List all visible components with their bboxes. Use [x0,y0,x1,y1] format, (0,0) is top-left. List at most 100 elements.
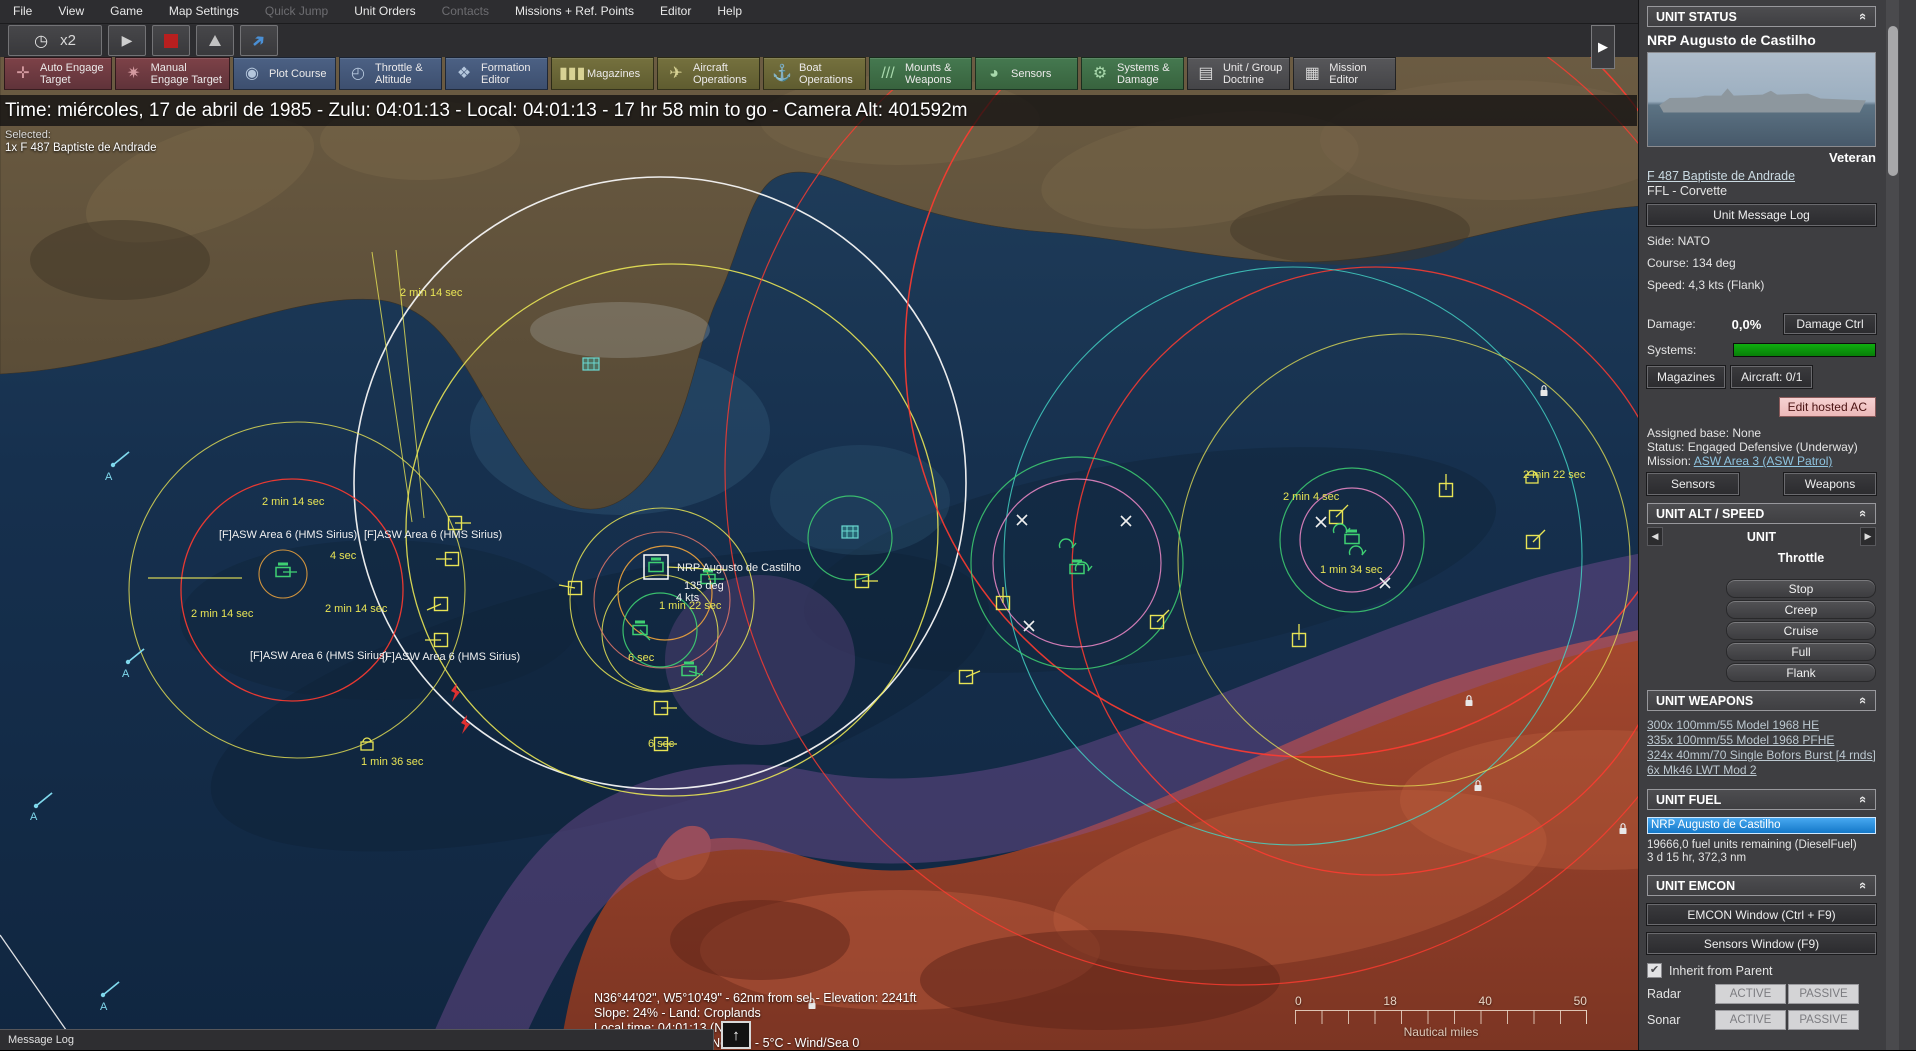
mission-label: Mission: [1647,454,1694,468]
lock-icon [1541,390,1548,396]
ribbon-button-sensors[interactable]: ◕Sensors [975,57,1078,90]
map-label: A [122,668,130,680]
jump-arrow-icon: ➔ [247,29,270,53]
sidebar-expand-button[interactable]: ▶ [1591,25,1615,69]
map-contact-ref[interactable] [583,358,599,370]
ribbon-button-label: Magazines [587,68,640,80]
mission-link[interactable]: ASW Area 3 (ASW Patrol) [1694,454,1833,468]
sub-contact-dot [111,463,115,467]
emcon-sonar-passive-button[interactable]: PASSIVE [1788,1010,1859,1030]
message-log-expand-button[interactable]: ↑ [721,1021,751,1049]
unit-fuel-header[interactable]: UNIT FUEL « [1647,789,1876,810]
collapse-chevron-icon[interactable]: « [1856,510,1871,517]
play-button[interactable]: ▶ [108,25,146,56]
collapse-chevron-icon[interactable]: « [1856,796,1871,803]
map-label: 2 min 4 sec [1283,491,1340,503]
throttle-button-stop[interactable]: Stop [1726,579,1876,598]
auto-engage-target-icon: ✛ [12,68,34,80]
unit-class-link[interactable]: F 487 Baptiste de Andrade [1647,169,1876,183]
emcon-window-button[interactable]: EMCON Window (Ctrl + F9) [1647,904,1876,925]
prev-unit-button[interactable]: ◀ [1647,527,1663,546]
time-status-bar: Time: miércoles, 17 de abril de 1985 - Z… [0,95,1637,126]
collapse-chevron-icon[interactable]: « [1856,697,1871,704]
throttle-button-flank[interactable]: Flank [1726,663,1876,682]
inherit-from-parent-checkbox[interactable]: ✔ [1647,963,1662,978]
scale-caption: Nautical miles [1295,1025,1587,1039]
time-compression-button[interactable]: ◷ x2 [8,25,102,56]
time-compression-label: x2 [60,32,76,49]
fuel-remaining: 19666,0 fuel units remaining (DieselFuel… [1647,839,1876,852]
emcon-sonar-active-button[interactable]: ACTIVE [1715,1010,1786,1030]
damage-ctrl-button[interactable]: Damage Ctrl [1784,314,1876,334]
map-view-button[interactable] [196,25,234,56]
ribbon-button-formation-editor[interactable]: ❖FormationEditor [445,57,548,90]
menu-item-editor[interactable]: Editor [647,0,704,23]
ribbon-button-manual-engage-target[interactable]: ✷ManualEngage Target [115,57,230,90]
weapon-link-335x-100mm-55-model-1968-pfhe[interactable]: 335x 100mm/55 Model 1968 PFHE [1647,733,1876,748]
menu-item-file[interactable]: File [0,0,45,23]
ribbon-button-aircraft-operations[interactable]: ✈AircraftOperations [657,57,760,90]
jump-to-button[interactable]: ➔ [240,25,278,56]
unit-alt-speed-title: UNIT ALT / SPEED [1656,507,1764,521]
next-unit-button[interactable]: ▶ [1860,527,1876,546]
menu-item-unit-orders[interactable]: Unit Orders [341,0,428,23]
sidebar-scrollbar-thumb[interactable] [1888,26,1898,176]
tactical-map[interactable]: 2 min 14 sec2 min 14 sec2 min 14 sec2 mi… [0,0,1916,1050]
sensors-button[interactable]: Sensors [1647,473,1739,495]
systems-damage-icon: ⚙ [1089,68,1111,80]
damage-label: Damage: [1647,317,1709,331]
stop-button[interactable] [152,25,190,56]
aircraft-button[interactable]: Aircraft: 0/1 [1731,366,1812,388]
unit-status-header[interactable]: UNIT STATUS « [1647,6,1876,27]
collapse-chevron-icon[interactable]: « [1856,882,1871,889]
map-contact-ref[interactable] [842,526,858,538]
weapon-link-6x-mk46-lwt-mod-2[interactable]: 6x Mk46 LWT Mod 2 [1647,763,1876,778]
emcon-radar-active-button[interactable]: ACTIVE [1715,984,1786,1004]
weapon-link-300x-100mm-55-model-1968-he[interactable]: 300x 100mm/55 Model 1968 HE [1647,718,1876,733]
ribbon-button-label: ManualEngage Target [151,62,222,86]
emcon-sensor-label: Radar [1647,987,1713,1001]
friendly-ship-flag [684,662,694,665]
mission-line: Mission: ASW Area 3 (ASW Patrol) [1647,454,1876,468]
menu-item-game[interactable]: Game [97,0,156,23]
throttle-button-creep[interactable]: Creep [1726,600,1876,619]
map-label: 2 min 14 sec [191,608,254,620]
plot-course-icon: ◉ [241,68,263,80]
message-log-bar[interactable]: Message Log [0,1029,714,1050]
menu-item-missions-ref-points[interactable]: Missions + Ref. Points [502,0,647,23]
ribbon-button-boat-operations[interactable]: ⚓BoatOperations [763,57,866,90]
ribbon-button-plot-course[interactable]: ◉Plot Course [233,57,336,90]
fuel-selected-unit[interactable]: NRP Augusto de Castilho [1647,817,1876,834]
ribbon-button-auto-engage-target[interactable]: ✛Auto EngageTarget [4,57,112,90]
map-label: 1 min 34 sec [1320,564,1383,576]
edit-hosted-ac-button[interactable]: Edit hosted AC [1779,397,1876,417]
unit-emcon-header[interactable]: UNIT EMCON « [1647,875,1876,896]
unit-weapons-header[interactable]: UNIT WEAPONS « [1647,690,1876,711]
ribbon-button-throttle-altitude[interactable]: ◴Throttle &Altitude [339,57,442,90]
menu-item-help[interactable]: Help [704,0,755,23]
map-label: 2 min 14 sec [400,287,463,299]
ribbon-button-mission-editor[interactable]: ▦MissionEditor [1293,57,1396,90]
scale-ticks [1295,1010,1587,1024]
friendly-ship-flag [651,558,661,561]
ribbon-button-magazines[interactable]: ▮▮▮Magazines [551,57,654,90]
ribbon-button-mounts-weapons[interactable]: ///Mounts &Weapons [869,57,972,90]
ribbon-button-systems-damage[interactable]: ⚙Systems &Damage [1081,57,1184,90]
magazines-button[interactable]: Magazines [1647,366,1725,388]
emcon-radar-passive-button[interactable]: PASSIVE [1788,984,1859,1004]
throttle-button-cruise[interactable]: Cruise [1726,621,1876,640]
weapon-link-324x-40mm-70-single-bofors-burst-4-rnds[interactable]: 324x 40mm/70 Single Bofors Burst [4 rnds… [1647,748,1876,763]
unit-fuel-title: UNIT FUEL [1656,793,1721,807]
menu-item-view[interactable]: View [45,0,97,23]
collapse-chevron-icon[interactable]: « [1856,13,1871,20]
unit-message-log-button[interactable]: Unit Message Log [1647,204,1876,226]
menu-item-map-settings[interactable]: Map Settings [156,0,252,23]
unit-alt-speed-header[interactable]: UNIT ALT / SPEED « [1647,503,1876,524]
clock-icon: ◷ [34,31,48,51]
ribbon-button-unit-group-doctrine[interactable]: ▤Unit / GroupDoctrine [1187,57,1290,90]
sensors-window-button[interactable]: Sensors Window (F9) [1647,933,1876,954]
weapons-button[interactable]: Weapons [1784,473,1876,495]
play-icon: ▶ [122,32,133,49]
status-line: Slope: 24% - Land: Croplands [594,1006,916,1021]
throttle-button-full[interactable]: Full [1726,642,1876,661]
